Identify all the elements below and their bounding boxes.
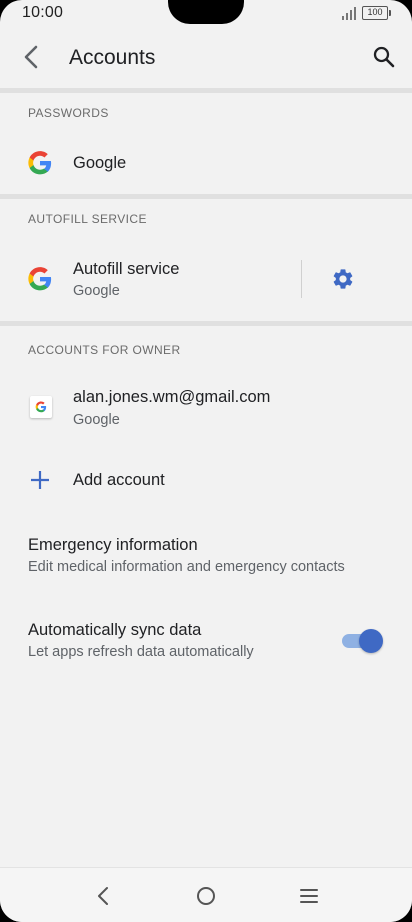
emergency-information-title: Emergency information	[28, 536, 198, 554]
emergency-information-row[interactable]: Emergency information Edit medical infor…	[0, 520, 412, 590]
status-bar: 10:00 100	[0, 0, 412, 28]
passwords-google-label: Google	[73, 154, 127, 172]
toggle-thumb	[359, 629, 383, 653]
section-header-autofill: AUTOFILL SERVICE	[28, 212, 147, 226]
vertical-separator	[301, 260, 302, 298]
account-row[interactable]: alan.jones.wm@gmail.com Google	[0, 370, 412, 444]
signal-icon	[342, 7, 356, 20]
nav-home-button[interactable]	[188, 878, 224, 914]
account-email: alan.jones.wm@gmail.com	[73, 388, 271, 406]
notch-shoulder-right	[242, 0, 272, 28]
auto-sync-toggle[interactable]	[342, 629, 383, 653]
section-header-accounts: ACCOUNTS FOR OWNER	[28, 343, 181, 357]
nav-recents-button[interactable]	[291, 878, 327, 914]
plus-icon	[31, 471, 49, 489]
google-account-icon	[30, 396, 52, 418]
nav-recents-icon	[300, 889, 318, 903]
auto-sync-subtitle: Let apps refresh data automatically	[28, 644, 254, 660]
autofill-service-row[interactable]: Autofill service Google	[0, 238, 300, 320]
back-arrow-icon	[24, 45, 38, 69]
nav-back-icon	[98, 887, 108, 905]
passwords-google-row[interactable]: Google	[0, 130, 412, 194]
google-g-icon	[35, 401, 47, 413]
add-account-row[interactable]: Add account	[0, 452, 412, 508]
back-button[interactable]	[14, 39, 50, 75]
navigation-bar	[0, 867, 412, 922]
autofill-service-subtitle: Google	[73, 283, 120, 299]
account-type: Google	[73, 412, 120, 428]
auto-sync-title: Automatically sync data	[28, 621, 202, 639]
search-button[interactable]	[366, 39, 402, 75]
nav-home-icon	[197, 887, 215, 905]
divider	[0, 321, 412, 326]
search-icon	[373, 46, 395, 68]
add-account-label: Add account	[73, 471, 165, 489]
camera-notch	[168, 0, 244, 24]
section-header-passwords: PASSWORDS	[28, 106, 109, 120]
divider	[0, 194, 412, 199]
emergency-information-subtitle: Edit medical information and emergency c…	[28, 559, 345, 575]
google-g-icon	[28, 267, 52, 291]
nav-back-button[interactable]	[85, 878, 121, 914]
status-time: 10:00	[22, 4, 64, 21]
google-g-icon	[28, 151, 52, 175]
battery-icon: 100	[362, 6, 391, 20]
gear-icon	[333, 269, 353, 289]
accounts-screen: 10:00 100 Accounts PASSWORDS Google AUTO…	[0, 0, 412, 922]
page-title: Accounts	[69, 46, 156, 69]
autofill-settings-button[interactable]	[323, 259, 363, 299]
notch-shoulder-left	[140, 0, 170, 28]
app-bar: Accounts	[0, 30, 412, 88]
autofill-service-title: Autofill service	[73, 260, 180, 278]
divider	[0, 88, 412, 93]
